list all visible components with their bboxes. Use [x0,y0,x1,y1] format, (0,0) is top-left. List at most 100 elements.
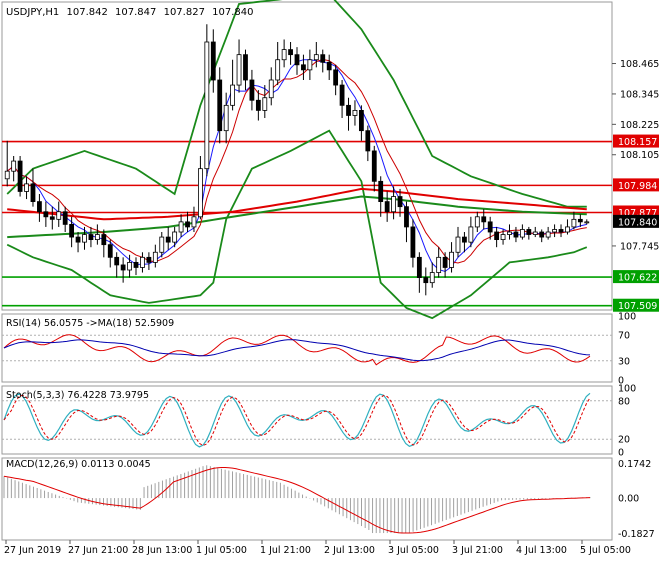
candle-body [352,110,358,116]
time-tick-label: 3 Jul 05:00 [388,545,439,556]
time-tick-label: 5 Jul 05:00 [580,545,631,556]
candle-body [365,130,371,152]
stoch-tick-label: 100 [618,384,636,395]
candle-body [243,54,248,81]
candle-body [494,231,500,240]
candle-body [88,234,94,241]
candle-body [468,226,474,243]
candle-body [391,196,396,213]
candle-body [442,256,448,268]
candle-body [24,183,29,192]
time-tick-label: 4 Jul 13:00 [516,545,567,556]
time-tick-label: 1 Jul 05:00 [196,545,247,556]
rsi-tick-label: 30 [618,356,630,367]
candle-body [526,229,532,235]
time-tick-label: 3 Jul 21:00 [452,545,503,556]
rsi-line [3,334,591,366]
candle-body [107,244,113,258]
ohlc-open: 107.842 [66,7,107,18]
candle-body [397,196,403,208]
candle-body [378,180,384,202]
candle-body [404,206,409,228]
macd-plot [3,465,591,534]
candle-body [56,211,62,220]
macd-panel-frame [1,457,613,541]
candle-body [571,218,577,228]
rsi-tick-label: 100 [618,312,636,323]
ma-long-red [7,187,587,221]
candle-body [532,231,538,235]
stoch-tick-label: 0 [618,448,624,459]
bollinger-upper [6,0,587,208]
stoch-tick-label: 80 [618,396,630,407]
candle-body [236,54,242,86]
ohlc-close: 107.840 [212,7,253,18]
candle-body [43,211,49,218]
candle-body [210,41,216,81]
stoch-plot [2,392,612,448]
candle-body [133,261,139,268]
ma-short-blue [6,59,587,273]
candle-body [17,160,23,192]
candle-body [255,99,261,111]
candle-body [281,49,287,61]
candle-body [294,54,300,66]
macd-signal-line [3,467,591,534]
candle-body [140,256,145,268]
candle-body [545,231,551,238]
candle-body [500,234,506,241]
symbol-label: USDJPY,H1 [6,7,59,18]
candle-body [436,256,442,273]
candle-body [416,256,422,279]
ohlc-low: 107.827 [164,7,205,18]
stoch-title: Stoch(5,3,3) 76.4228 73.9795 [6,390,149,401]
candle-body [101,234,107,246]
candle-body [217,79,223,132]
candle-body [474,216,480,228]
candle-body [301,64,306,71]
candle-body [487,221,493,233]
price-tick-label: 107.745 [620,241,659,252]
candle-body [513,231,519,238]
level-label-107.840: 107.840 [618,217,657,228]
candle-body [127,261,132,271]
candle-body [326,61,332,71]
candle-body [455,236,461,253]
price-panel-frame [1,1,613,311]
chart-canvas: 108.157107.984107.877107.840107.622107.5… [1,0,659,556]
price-tick-label: 108.345 [620,89,659,100]
candle-body [320,54,326,63]
candle-body [178,221,184,233]
price-plot [2,0,612,320]
candle-body [507,231,512,235]
candle-body [94,234,100,241]
candle-body [539,231,545,238]
stoch-tick-label: 20 [618,435,630,446]
candle-body [185,221,190,228]
candle-body [198,168,203,218]
level-label-107.984: 107.984 [618,181,657,192]
candle-body [449,251,454,268]
candle-body [288,49,293,56]
candle-body [4,170,10,180]
candle-body [191,216,197,228]
macd-tick-label: 0.1742 [618,459,651,470]
rsi-tick-label: 70 [618,331,630,342]
candle-body [565,226,570,233]
candle-body [577,218,583,223]
level-label-107.622: 107.622 [618,273,657,284]
time-tick-label: 27 Jun 2019 [4,545,61,556]
candle-body [152,251,158,263]
bollinger-lower [6,129,588,320]
time-tick-label: 27 Jun 21:00 [68,545,128,556]
candle-body [120,264,126,271]
trading-chart: 108.157 107.984 107.877 107.840 107.622 107.5… [0,0,660,560]
candle-body [30,183,36,203]
candle-body [62,211,68,225]
candle-body [552,229,557,233]
candle-body [262,97,268,111]
candle-body [462,236,467,243]
macd-tick-label: -0.1827 [618,529,655,540]
ohlc-high: 107.847 [115,7,156,18]
price-tick-label: 108.105 [620,150,659,161]
